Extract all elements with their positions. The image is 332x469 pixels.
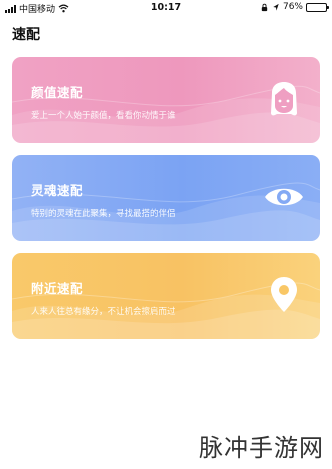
card-soul-match[interactable]: 灵魂速配 特别的灵魂在此聚集，寻找最搭的伴侣 <box>12 155 320 241</box>
battery-icon <box>306 2 329 12</box>
status-bar: 中国移动 10:17 76% <box>0 0 332 16</box>
status-right: 76% <box>260 2 329 12</box>
girl-face-icon <box>271 82 297 116</box>
card-description: 人来人往总有缘分，不让机会擦肩而过 <box>31 307 176 317</box>
battery-percent: 76% <box>282 2 303 12</box>
card-title: 灵魂速配 <box>31 183 84 198</box>
location-pin-icon <box>271 277 297 312</box>
page-title: 速配 <box>12 27 40 43</box>
watermark: 脉冲手游网 <box>199 434 324 462</box>
card-description: 爱上一个人始于颜值，看看你动情于谁 <box>31 111 176 121</box>
eye-icon <box>265 188 303 206</box>
card-description: 特别的灵魂在此聚集，寻找最搭的伴侣 <box>31 209 176 219</box>
card-appearance-match[interactable]: 颜值速配 爱上一个人始于颜值，看看你动情于谁 <box>12 57 320 143</box>
card-title: 颜值速配 <box>31 85 84 100</box>
location-arrow-icon <box>273 3 279 11</box>
lock-rotation-icon <box>261 3 268 11</box>
card-nearby-match[interactable]: 附近速配 人来人往总有缘分，不让机会擦肩而过 <box>12 253 320 339</box>
card-title: 附近速配 <box>31 281 84 296</box>
